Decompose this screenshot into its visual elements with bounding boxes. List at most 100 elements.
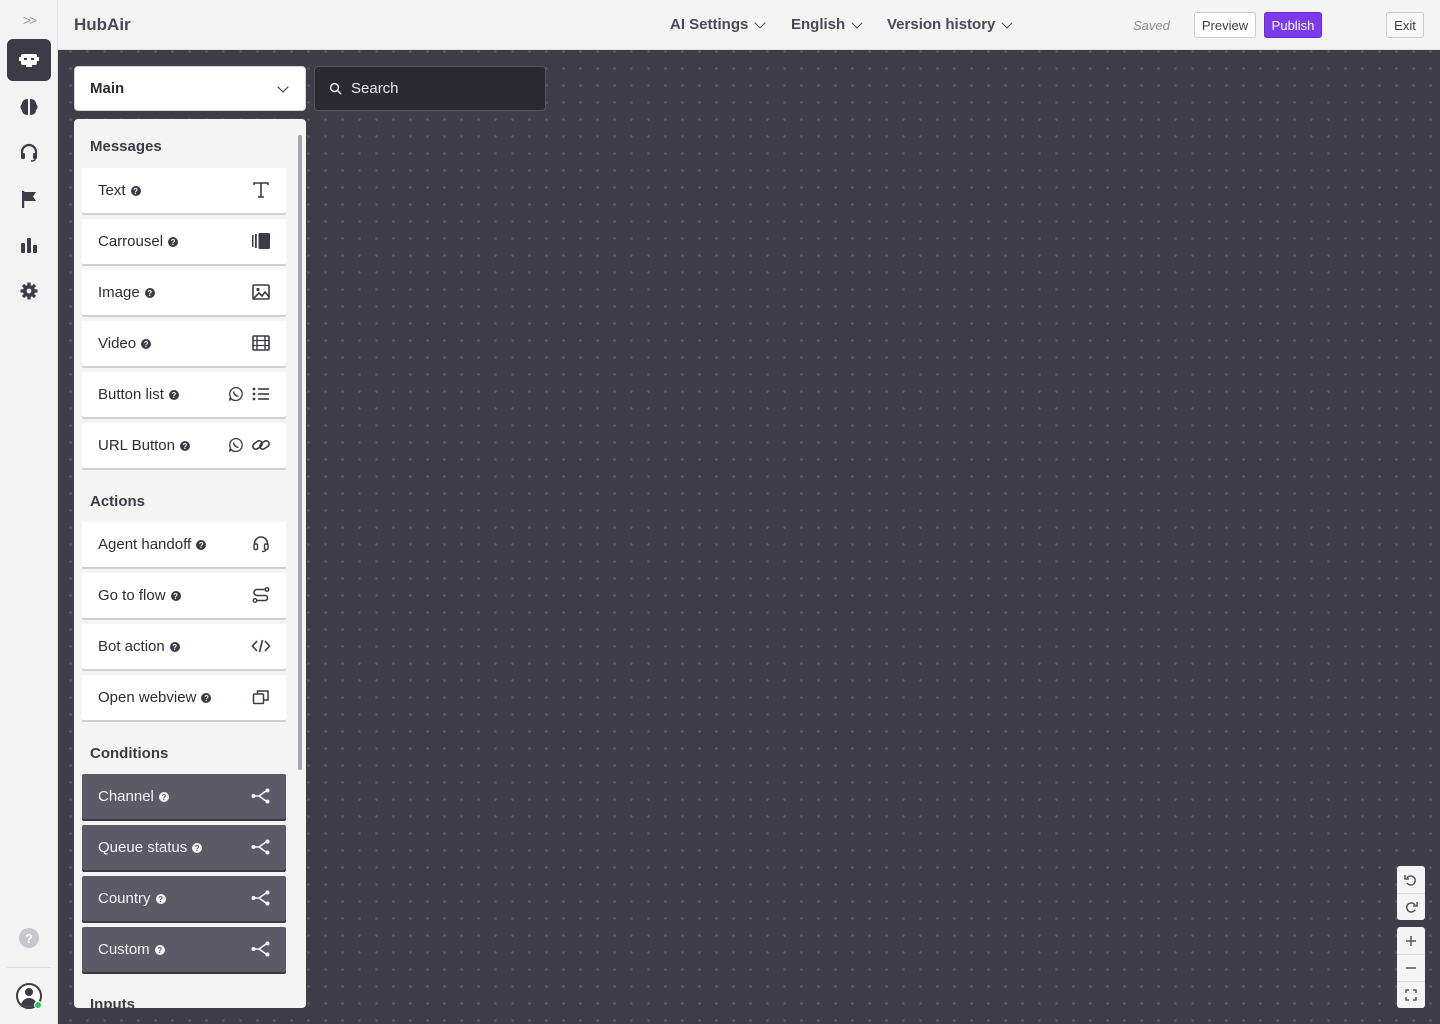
block-label: Carrousel <box>98 233 164 250</box>
block-label: URL Button <box>98 437 175 454</box>
block-label: Custom <box>98 941 150 958</box>
section-title-inputs: Inputs <box>90 996 135 1008</box>
info-icon[interactable]: ? <box>144 288 155 298</box>
fullscreen-icon <box>1405 989 1417 1001</box>
language-menu[interactable]: English <box>791 16 863 33</box>
zoom-controls <box>1397 927 1425 1008</box>
section-title-actions: Actions <box>90 493 146 510</box>
headset-icon <box>20 143 38 162</box>
expand-rail-icon[interactable]: >> <box>0 8 58 32</box>
block-go-to-flow[interactable]: Go to flow? <box>82 573 286 618</box>
rail-item-brain[interactable] <box>7 86 51 128</box>
save-status: Saved <box>1133 18 1170 33</box>
text-icon <box>251 180 271 200</box>
block-label: Video <box>98 335 137 352</box>
info-icon[interactable]: ? <box>154 945 165 955</box>
branch-icon <box>251 888 271 908</box>
preview-button[interactable]: Preview <box>1194 12 1256 38</box>
code-icon <box>251 636 271 656</box>
info-icon[interactable]: ? <box>192 843 203 853</box>
block-label: Text <box>98 182 126 199</box>
flow-select[interactable]: Main <box>74 66 306 111</box>
block-open-webview[interactable]: Open webview? <box>82 675 286 720</box>
info-icon[interactable]: ? <box>168 390 179 400</box>
whatsapp-icon <box>228 386 244 402</box>
section-title-messages: Messages <box>90 138 162 155</box>
link-icon <box>251 435 271 455</box>
block-label: Bot action <box>98 638 165 655</box>
info-icon[interactable]: ? <box>180 441 190 451</box>
fit-view-button[interactable] <box>1397 981 1425 1008</box>
plus-icon <box>1406 935 1416 946</box>
search-icon <box>329 82 342 95</box>
carousel-icon <box>251 231 271 251</box>
headset-icon <box>251 534 271 554</box>
info-icon[interactable]: ? <box>201 693 212 703</box>
block-url-button[interactable]: URL Button? <box>82 423 286 468</box>
block-custom[interactable]: Custom? <box>82 927 286 972</box>
block-bot-action[interactable]: Bot action? <box>82 624 286 669</box>
search-input[interactable] <box>351 80 531 97</box>
chevron-down-icon <box>754 16 767 29</box>
block-country[interactable]: Country? <box>82 876 286 921</box>
info-icon[interactable]: ? <box>169 642 180 652</box>
info-icon[interactable]: ? <box>155 894 166 904</box>
language-label: English <box>791 16 846 33</box>
gear-icon <box>20 282 38 300</box>
ai-settings-menu[interactable]: AI Settings <box>670 16 767 33</box>
ai-settings-label: AI Settings <box>670 16 749 33</box>
online-status-dot <box>34 1001 42 1009</box>
whatsapp-icon <box>228 437 244 453</box>
rail-item-support[interactable] <box>7 132 51 174</box>
branch-icon <box>251 837 271 857</box>
list-icon <box>251 384 271 404</box>
image-icon <box>251 282 271 302</box>
block-video[interactable]: Video? <box>82 321 286 366</box>
block-label: Channel <box>98 788 154 805</box>
block-text[interactable]: Text? <box>82 168 286 213</box>
info-icon[interactable]: ? <box>130 186 141 196</box>
block-label: Go to flow <box>98 587 166 604</box>
bot-icon <box>19 54 39 67</box>
block-label: Agent handoff <box>98 536 192 553</box>
block-label: Queue status <box>98 839 188 856</box>
rail-item-bot[interactable] <box>7 39 51 81</box>
block-image[interactable]: Image? <box>82 270 286 315</box>
block-label: Button list <box>98 386 164 403</box>
block-label: Open webview <box>98 689 197 706</box>
block-channel[interactable]: Channel? <box>82 774 286 819</box>
block-button-list[interactable]: Button list? <box>82 372 286 417</box>
info-icon[interactable]: ? <box>158 792 169 802</box>
block-queue-status[interactable]: Queue status? <box>82 825 286 870</box>
section-title-conditions: Conditions <box>90 745 169 762</box>
info-icon[interactable]: ? <box>141 339 152 349</box>
chevron-down-icon <box>1001 16 1014 29</box>
zoom-out-button[interactable] <box>1397 954 1425 981</box>
flag-icon <box>22 191 36 208</box>
block-palette: Messages Text? Carrousel? Image? Video? … <box>74 119 306 1008</box>
brain-icon <box>20 99 38 115</box>
minus-icon <box>1406 967 1416 969</box>
redo-button[interactable] <box>1397 893 1425 920</box>
info-icon[interactable]: ? <box>168 237 179 247</box>
top-header: HubAir AI Settings English Version histo… <box>58 0 1440 50</box>
info-icon[interactable]: ? <box>170 591 181 601</box>
zoom-in-button[interactable] <box>1397 927 1425 954</box>
undo-button[interactable] <box>1397 866 1425 893</box>
chevron-down-icon <box>277 81 289 93</box>
exit-button[interactable]: Exit <box>1386 12 1424 38</box>
block-carrousel[interactable]: Carrousel? <box>82 219 286 264</box>
undo-icon <box>1404 874 1416 886</box>
left-rail: >> ? <box>0 0 58 1024</box>
version-history-menu[interactable]: Version history <box>887 16 1014 33</box>
block-agent-handoff[interactable]: Agent handoff? <box>82 522 286 567</box>
rail-item-analytics[interactable] <box>7 224 51 266</box>
help-icon[interactable]: ? <box>19 928 39 948</box>
rail-divider <box>7 967 51 968</box>
rail-item-settings[interactable] <box>7 270 51 312</box>
redo-icon <box>1406 902 1418 913</box>
rail-item-flags[interactable] <box>7 178 51 220</box>
palette-scrollbar[interactable] <box>298 135 302 770</box>
info-icon[interactable]: ? <box>196 540 207 550</box>
publish-button[interactable]: Publish <box>1264 12 1322 38</box>
